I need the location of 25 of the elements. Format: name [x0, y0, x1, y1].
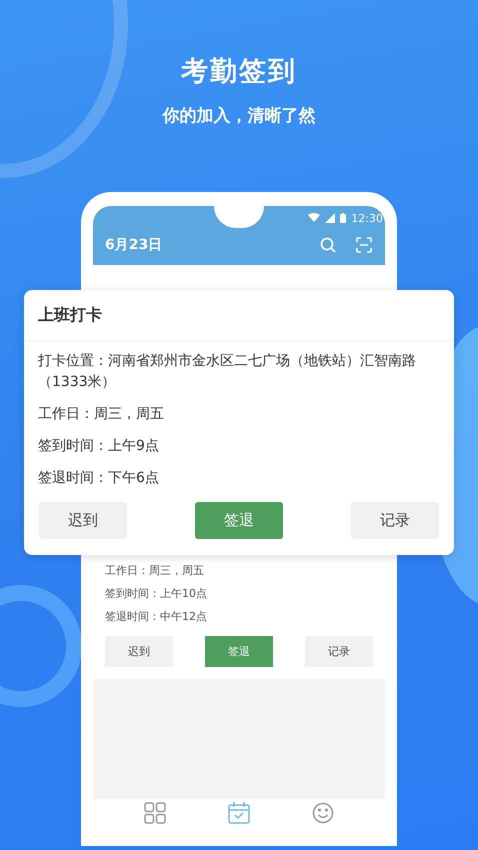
- scan-icon[interactable]: [355, 236, 373, 254]
- action-button[interactable]: 迟到: [105, 636, 173, 667]
- calendar-tab-icon[interactable]: [228, 802, 250, 824]
- detail-text: 签到时间：上午10点: [105, 586, 208, 602]
- detail-text: 签到时间：上午9点: [38, 437, 160, 456]
- status-time: 12:30: [351, 212, 383, 224]
- date-label: 6月23日: [105, 236, 164, 254]
- page-subtitle: 你的加入，清晰了然: [161, 105, 316, 128]
- detail-text: 签退时间：中午12点: [105, 609, 208, 625]
- signal-icon: [325, 213, 336, 223]
- detail-text: 工作日：周三，周五: [105, 563, 205, 579]
- dialog-title: 上班打卡: [24, 290, 454, 341]
- battery-icon: [340, 213, 346, 223]
- action-button[interactable]: 记录: [305, 636, 373, 667]
- smiley-tab-icon[interactable]: [312, 802, 334, 824]
- action-button[interactable]: 迟到: [39, 502, 127, 539]
- action-button[interactable]: 记录: [351, 502, 439, 539]
- search-icon[interactable]: [319, 236, 337, 254]
- detail-text: 打卡位置：河南省郑州市金水区二七广场（地铁站）汇智南路（1333米）: [38, 352, 417, 392]
- page-title: 考勤签到: [180, 55, 298, 89]
- grid-tab-icon[interactable]: [144, 802, 166, 824]
- wifi-icon: [308, 213, 320, 223]
- notch: [214, 206, 264, 228]
- detail-text: 签退时间：下午6点: [38, 469, 160, 488]
- detail-text: 工作日：周三，周五: [38, 405, 165, 424]
